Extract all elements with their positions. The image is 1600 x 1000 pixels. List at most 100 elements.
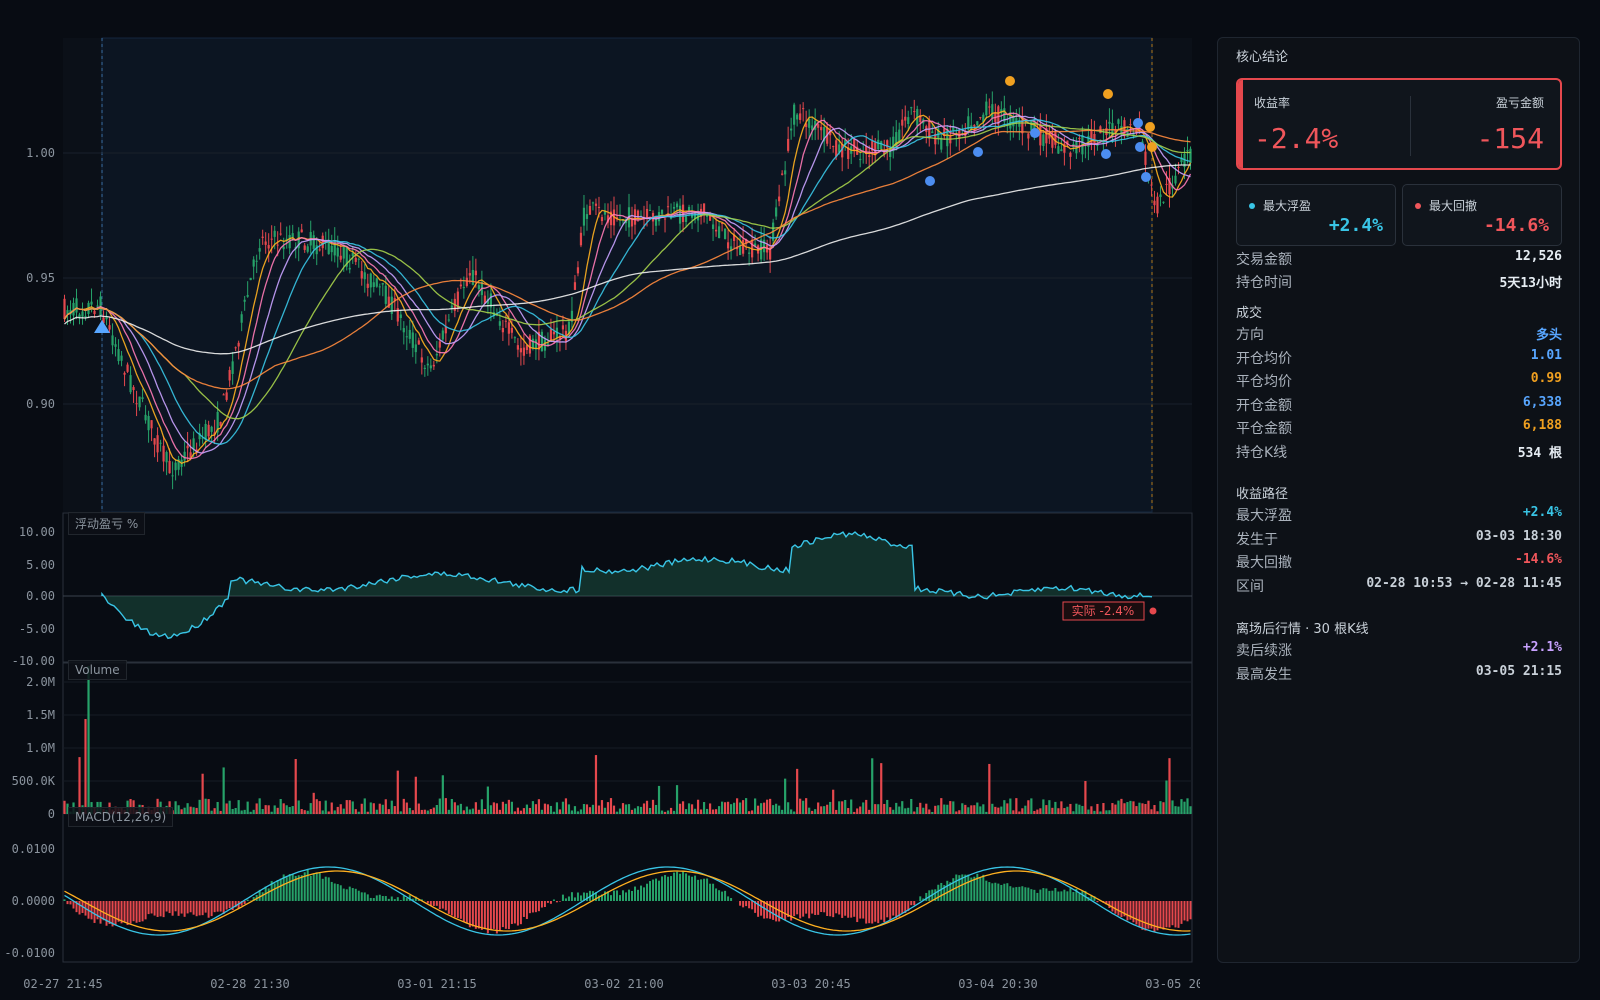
macd-bar [531, 901, 534, 913]
macd-bar [357, 890, 360, 901]
macd-bar [1054, 888, 1057, 901]
macd-bar [676, 871, 679, 901]
macd-bar [159, 901, 162, 917]
volume-bar [1120, 798, 1123, 814]
candle-body [414, 344, 417, 353]
volume-bar [778, 805, 781, 814]
candle-body [147, 415, 150, 431]
volume-bar [787, 802, 790, 814]
macd-bar [426, 901, 429, 904]
macd-bar [132, 901, 135, 922]
candle-body [162, 445, 165, 462]
macd-bar [637, 889, 640, 901]
volume-bar [678, 803, 682, 814]
macd-bar [165, 901, 168, 912]
macd-bar [1066, 891, 1069, 901]
candle-body [303, 245, 306, 250]
time-tick-label: 03-01 21:15 [397, 977, 476, 991]
volume-bar [426, 810, 429, 814]
candle-body [1159, 194, 1162, 198]
time-tick-label: 03-05 20:15 [1145, 977, 1200, 991]
volume-bar [711, 809, 715, 814]
macd-bar [1048, 890, 1051, 901]
macd-bar [1153, 901, 1156, 932]
macd-bar [219, 901, 222, 912]
volume-bar [621, 803, 625, 814]
info-row-label: 方向 [1236, 327, 1264, 343]
trade-marker [973, 147, 983, 157]
candle-body [300, 229, 303, 233]
macd-bar [123, 901, 126, 923]
volume-bar [513, 811, 517, 814]
volume-bar [826, 804, 829, 814]
candle-body [327, 241, 330, 255]
candle-body [991, 104, 994, 119]
candle-body [877, 139, 880, 150]
macd-bar [1165, 901, 1168, 928]
macd-bar [216, 901, 219, 912]
chart-area[interactable]: 1.00 0.95 0.90 10.00 5.00 0.00 -5.00 -10.00 2.0M… [0, 0, 1200, 1000]
candle-body [901, 119, 904, 126]
candle-body [738, 246, 742, 255]
volume-bar [991, 803, 994, 814]
volume-bar [486, 786, 489, 814]
info-row-label: 卖后续涨 [1236, 643, 1292, 659]
volume-bar [480, 799, 483, 814]
macd-bar [1171, 901, 1174, 926]
volume-bar [321, 810, 324, 814]
macd-bar [694, 875, 697, 901]
candle-body [594, 203, 598, 206]
volume-panel [62, 662, 1193, 814]
volume-bar [300, 809, 303, 814]
macd-bar [883, 901, 886, 923]
macd-bar [853, 901, 856, 917]
volume-bar [639, 806, 643, 814]
macd-bar [664, 875, 667, 901]
candle-body [111, 335, 114, 346]
macd-bar [447, 901, 450, 914]
candle-body [910, 107, 913, 109]
volume-bar [570, 810, 574, 814]
candle-body [1090, 130, 1093, 145]
pnl-tick-label: 10.00 [19, 525, 55, 539]
macd-bar [877, 901, 880, 924]
candle-body [99, 296, 102, 316]
volume-bar [805, 798, 808, 814]
macd-bar [1135, 901, 1138, 925]
candle-body [153, 438, 156, 445]
volume-bar [705, 808, 709, 814]
candle-body [868, 155, 871, 157]
macd-bar [576, 892, 579, 901]
time-tick-label: 02-27 21:45 [23, 977, 102, 991]
volume-bar [636, 806, 640, 814]
macd-bar [453, 901, 456, 918]
macd-bar [510, 901, 513, 924]
candle-body [75, 298, 78, 313]
chart-canvas[interactable]: 1.00 0.95 0.90 10.00 5.00 0.00 -5.00 -10.00 2.0M… [0, 0, 1200, 1000]
volume-bar [880, 763, 883, 814]
macd-bar [1117, 901, 1120, 916]
volume-bar [892, 809, 895, 814]
macd-bar [138, 901, 141, 923]
candle-body [435, 354, 438, 356]
volume-bar [453, 802, 456, 814]
volume-bar [1093, 810, 1096, 814]
macd-bar [189, 901, 192, 913]
volume-bar [225, 803, 228, 814]
macd-bar [327, 877, 330, 901]
candle-body [666, 206, 670, 208]
macd-tick-label: 0.0000 [12, 894, 55, 908]
macd-bar [561, 894, 564, 901]
volume-bar [1018, 811, 1021, 814]
volume-bar [850, 799, 853, 814]
max-float-label: 最大浮盈 [1263, 199, 1312, 213]
candle-body [549, 329, 553, 341]
macd-bar [558, 901, 561, 902]
macd-bar [537, 901, 540, 912]
volume-bar [699, 809, 703, 814]
macd-bar [540, 901, 543, 908]
volume-bar [1090, 806, 1093, 814]
trade-marker [1133, 118, 1143, 128]
after-section-title: 离场后行情 · 30 根K线 [1236, 622, 1369, 637]
macd-bar [814, 901, 817, 915]
